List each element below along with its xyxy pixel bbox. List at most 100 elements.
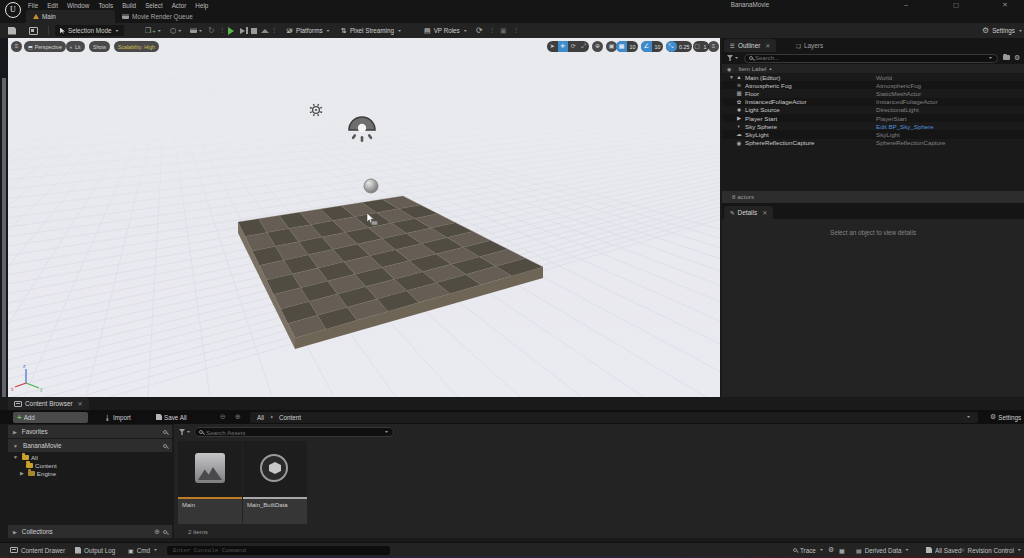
selection-mode-dropdown[interactable]: Selection Mode▼ bbox=[55, 25, 124, 36]
menu-edit[interactable]: Edit bbox=[47, 2, 58, 9]
transform-tools[interactable]: ➤ ✛ ⟳ ⤢ bbox=[547, 41, 589, 52]
settings-dropdown[interactable]: ⚙Settings▼ bbox=[977, 25, 1024, 36]
toolbar-overflow-dots[interactable]: ⋮ bbox=[219, 26, 222, 35]
asset-search-input[interactable]: Search Assets ▼ bbox=[194, 427, 394, 437]
favorites-section[interactable]: ▶Favorites bbox=[8, 425, 172, 438]
show-dropdown[interactable]: Show bbox=[89, 41, 110, 52]
lit-dropdown[interactable]: ◐Lit bbox=[66, 41, 85, 52]
outliner-row[interactable]: ≋Atmospheric FogAtmosphericFog bbox=[722, 81, 1024, 89]
viewport-maximize-icon[interactable]: ≡ bbox=[708, 41, 719, 52]
content-browser-settings[interactable]: ⚙Settings bbox=[986, 412, 1024, 423]
menu-actor[interactable]: Actor bbox=[172, 2, 187, 9]
actor-label[interactable]: InstancedFoliageActor bbox=[745, 98, 807, 105]
expand-caret-icon[interactable]: ▼ bbox=[729, 74, 734, 80]
actor-label[interactable]: SphereReflectionCapture bbox=[745, 139, 814, 146]
outliner-settings-icon[interactable]: ⚙ bbox=[1014, 54, 1020, 62]
revision-control-dropdown[interactable]: ⑂Revision Control▼ bbox=[961, 543, 1022, 557]
sync-options-dots[interactable]: ⋮ bbox=[489, 26, 492, 35]
move-tool-icon[interactable]: ✛ bbox=[558, 41, 569, 52]
menu-select[interactable]: Select bbox=[145, 2, 163, 9]
quick-settings-icon[interactable]: ↻ bbox=[208, 26, 215, 35]
all-saved-button[interactable]: All Saved bbox=[926, 543, 962, 557]
forward-icon[interactable]: ⊕ bbox=[231, 412, 245, 423]
tab-details[interactable]: ✎Details✕ bbox=[724, 206, 773, 219]
maximize-button[interactable]: ▢ bbox=[946, 0, 966, 10]
outliner-row[interactable]: ✿InstancedFoliageActorInstancedFoliageAc… bbox=[722, 98, 1024, 106]
actor-label[interactable]: Player Start bbox=[745, 115, 777, 122]
actor-label[interactable]: Floor bbox=[745, 90, 759, 97]
outliner-column-header[interactable]: ◉ Item Label ▲ Type bbox=[722, 64, 1024, 73]
menu-help[interactable]: Help bbox=[195, 2, 208, 9]
actor-label[interactable]: Main (Editor) bbox=[745, 74, 780, 81]
menu-build[interactable]: Build bbox=[122, 2, 136, 9]
outliner-row[interactable]: ✹Light SourceDirectionalLight bbox=[722, 106, 1024, 114]
capture-options-dots[interactable]: ⋮ bbox=[513, 26, 516, 35]
derived-data-dropdown[interactable]: ▤Derived Data▼ bbox=[856, 543, 909, 557]
breadcrumb[interactable]: All ▼ Content ▼ bbox=[250, 412, 978, 423]
breadcrumb-all[interactable]: All bbox=[257, 414, 264, 421]
stop-button[interactable] bbox=[251, 26, 257, 35]
dock-handle[interactable] bbox=[2, 78, 6, 433]
breadcrumb-content[interactable]: Content bbox=[279, 414, 301, 421]
rotation-snap-control[interactable]: ∠10 bbox=[641, 41, 663, 52]
search-icon[interactable] bbox=[163, 444, 167, 448]
asset-tile-main-builtdata[interactable]: Main_BuiltData bbox=[243, 441, 307, 524]
edit-blueprint-link[interactable]: Edit BP_Sky_Sphere bbox=[876, 123, 934, 130]
import-button[interactable]: ⭳Import bbox=[100, 412, 135, 423]
output-log-button[interactable]: Output Log bbox=[75, 543, 115, 557]
close-button[interactable]: ✕ bbox=[995, 0, 1015, 10]
tree-item-content[interactable]: Content bbox=[26, 461, 57, 469]
cinematics-dropdown[interactable]: ▼ bbox=[190, 26, 203, 35]
vp-roles-dropdown[interactable]: ▤VP Roles▼ bbox=[419, 25, 473, 36]
content-drawer-button[interactable]: Content Drawer bbox=[10, 543, 65, 557]
trace-dropdown[interactable]: Trace▼ bbox=[793, 543, 824, 557]
tree-item-engine[interactable]: ▶Engine bbox=[20, 469, 56, 477]
search-icon[interactable] bbox=[163, 530, 167, 534]
add-collection-icon[interactable]: ⊕ bbox=[154, 528, 160, 536]
outliner-folder-icon[interactable] bbox=[1003, 55, 1010, 60]
actor-label[interactable]: Atmospheric Fog bbox=[745, 82, 792, 89]
project-section[interactable]: ▼BananaMovie bbox=[8, 439, 172, 452]
select-tool-icon[interactable]: ➤ bbox=[547, 41, 558, 52]
world-local-toggle[interactable]: ⊕ bbox=[592, 41, 603, 52]
pixel-streaming-dropdown[interactable]: ⇅Pixel Streaming▼ bbox=[336, 25, 407, 36]
rotate-tool-icon[interactable]: ⟳ bbox=[568, 41, 579, 52]
asset-filter-icon[interactable]: ▼ bbox=[179, 429, 191, 435]
tab-layers[interactable]: ❏Layers bbox=[790, 39, 829, 52]
camera-speed-control[interactable]: ▢1 bbox=[693, 41, 709, 52]
add-button[interactable]: +Add bbox=[13, 412, 88, 423]
screenshot-icon[interactable]: ▦ bbox=[839, 543, 845, 557]
outliner-search-input[interactable]: Search... ▼ bbox=[744, 54, 998, 63]
tab-main-level[interactable]: Main bbox=[26, 10, 115, 23]
platforms-dropdown[interactable]: 🖳Platforms▼ bbox=[281, 25, 336, 36]
close-icon[interactable]: ✕ bbox=[78, 400, 83, 407]
blueprints-dropdown[interactable]: ⬡▼ bbox=[170, 26, 182, 35]
scalability-badge[interactable]: Scalability: High bbox=[114, 41, 159, 52]
sync-icon[interactable]: ⟳ bbox=[476, 26, 483, 35]
scale-tool-icon[interactable]: ⤢ bbox=[579, 41, 590, 52]
tab-outliner[interactable]: ☰Outliner✕ bbox=[724, 39, 776, 52]
editor-mode-icon[interactable] bbox=[29, 26, 38, 35]
scale-snap-control[interactable]: ⤡0.25 bbox=[666, 41, 693, 52]
actor-label[interactable]: Sky Sphere bbox=[745, 123, 777, 130]
tree-item-all[interactable]: ▼All bbox=[13, 453, 38, 461]
outliner-filter-icon[interactable]: ▼ bbox=[727, 55, 739, 61]
console-input[interactable]: Enter Console Command bbox=[167, 546, 390, 555]
add-actor-dropdown[interactable]: ❒+▼ bbox=[145, 26, 162, 35]
menu-tools[interactable]: Tools bbox=[98, 2, 113, 9]
save-all-button[interactable]: Save All bbox=[152, 412, 191, 423]
save-icon[interactable] bbox=[8, 26, 16, 35]
outliner-row[interactable]: ▦FloorStaticMeshActor bbox=[722, 89, 1024, 97]
asset-tile-main[interactable]: Main bbox=[178, 441, 242, 524]
outliner-row[interactable]: ◉SphereReflectionCaptureSphereReflection… bbox=[722, 139, 1024, 147]
tab-movie-render-queue[interactable]: Movie Render Queue bbox=[115, 10, 200, 23]
collections-section[interactable]: ▶Collections ⊕ bbox=[8, 525, 172, 538]
actor-label[interactable]: Light Source bbox=[745, 106, 780, 113]
close-icon[interactable]: ✕ bbox=[765, 42, 770, 49]
cmd-dropdown[interactable]: ▣Cmd▼ bbox=[128, 543, 158, 557]
play-button[interactable] bbox=[228, 26, 234, 35]
grid-snap-control[interactable]: ▦10 bbox=[616, 41, 638, 52]
outliner-row[interactable]: ◐Sky SphereEdit BP_Sky_Sphere bbox=[722, 122, 1024, 130]
outliner-row[interactable]: ▶Player StartPlayerStart bbox=[722, 114, 1024, 122]
level-viewport[interactable]: zyx ≡ ⬒Perspective ◐Lit Show Scalability… bbox=[8, 38, 720, 397]
